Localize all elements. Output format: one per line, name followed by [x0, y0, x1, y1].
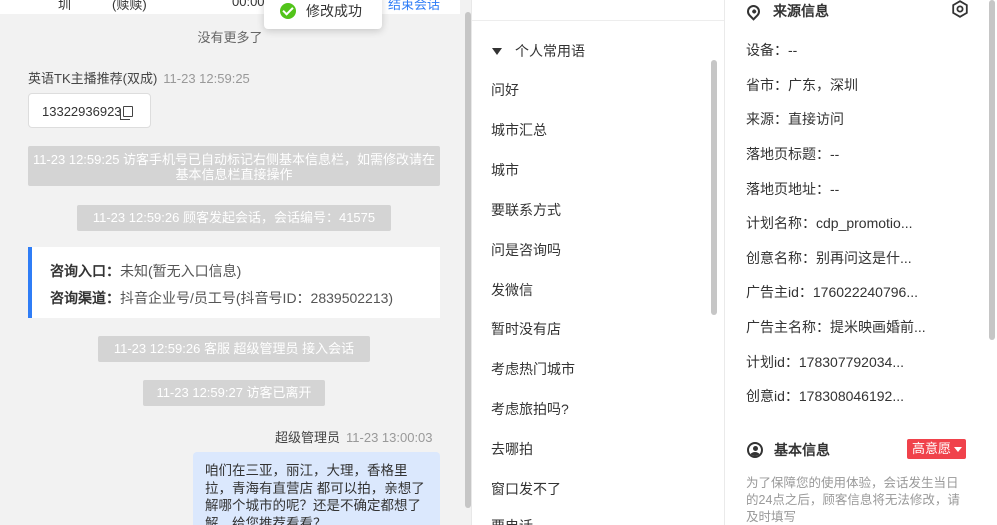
phrase-item[interactable]: 城市汇总 [491, 120, 547, 140]
caret-down-icon [954, 446, 963, 452]
toast-message: 修改成功 [306, 2, 362, 19]
agent-message-time: 11-23 13:00:03 [346, 430, 433, 445]
phrase-item[interactable]: 问好 [491, 80, 519, 100]
common-phrases-panel: 个人常用语 问好 城市汇总 城市 要联系方式 问是咨询吗 发微信 暂时没有店 考… [472, 0, 725, 525]
chat-scrollbar[interactable] [465, 12, 471, 508]
caret-down-icon [492, 47, 502, 55]
edit-notice: 为了保障您的使用体验，会话发生当日的24点之后，顾客信息将无法修改，请及时填写 [746, 476, 960, 524]
phrase-item[interactable]: 要电话 [491, 516, 533, 525]
phrase-item[interactable]: 考虑旅拍吗? [491, 399, 569, 419]
visitor-phone: 13322936923 [42, 104, 122, 119]
consult-entry-label: 咨询入口： [50, 263, 120, 279]
consult-entry-value: 未知(暂无入口信息) [120, 263, 242, 279]
info-field: 创意id：178308046192... [746, 388, 904, 404]
chat-panel: 圳 (赎赎) 00:00 结束会话 没有更多了 英语TK主播推荐(双成) 11-2… [0, 0, 472, 525]
phrase-item[interactable]: 发微信 [491, 280, 533, 300]
chat-header-name: 圳 [58, 0, 72, 12]
visitor-message-time: 11-23 12:59:25 [163, 71, 250, 86]
consult-channel-value: 抖音企业号/员工号(抖音号ID：2839502213) [120, 290, 394, 306]
intent-level-label: 高意愿 [912, 441, 952, 456]
check-circle-icon [280, 2, 296, 19]
system-message: 11-23 12:59:26 客服 超级管理员 接入会话 [98, 336, 370, 362]
consult-entry: 咨询入口：未知(暂无入口信息) [50, 261, 241, 281]
gear-icon[interactable] [951, 0, 969, 18]
no-more-messages: 没有更多了 [197, 30, 263, 45]
system-message: 11-23 12:59:26 顾客发起会话，会话编号：41575 [77, 205, 391, 231]
info-field: 创意名称：别再问这是什... [746, 250, 912, 266]
phrase-group-title: 个人常用语 [515, 43, 585, 59]
phrase-group-header[interactable]: 个人常用语 [492, 41, 585, 61]
phrase-item[interactable]: 问是咨询吗 [491, 240, 561, 260]
phrase-item[interactable]: 城市 [491, 160, 519, 180]
chat-header-fragment: 圳 (赎赎) 00:00 结束会话 [0, 0, 460, 14]
agent-name: 超级管理员 [275, 430, 341, 445]
info-field: 落地页标题：-- [746, 146, 840, 162]
phrase-item[interactable]: 要联系方式 [491, 200, 561, 220]
phrase-item[interactable]: 窗口发不了 [491, 479, 561, 499]
copy-icon[interactable] [119, 106, 133, 120]
phrases-scrollbar[interactable] [711, 60, 717, 315]
consult-info-card: 咨询入口：未知(暂无入口信息) 咨询渠道：抖音企业号/员工号(抖音号ID：283… [28, 247, 440, 318]
info-field: 计划id：178307792034... [746, 354, 904, 370]
agent-message-bubble: 咱们在三亚，丽江，大理，香格里拉，青海有直营店 都可以拍，亲想了解哪个城市的呢？… [193, 452, 440, 525]
location-pin-icon [744, 1, 763, 21]
system-message: 11-23 12:59:27 访客已离开 [143, 380, 325, 406]
info-field: 设备：-- [746, 42, 798, 58]
system-message: 11-23 12:59:25 访客手机号已自动标记右侧基本信息栏，如需修改请在基… [28, 146, 440, 186]
phrase-item[interactable]: 暂时没有店 [491, 319, 561, 339]
source-info-label: 来源信息 [773, 3, 829, 19]
info-field: 落地页地址：-- [746, 181, 840, 197]
intent-level-dropdown[interactable]: 高意愿 [907, 439, 967, 459]
chat-header-status: (赎赎) [112, 0, 147, 12]
visitor-message-header: 英语TK主播推荐(双成) 11-23 12:59:25 [28, 68, 250, 87]
visitor-info-panel: 来源信息 设备：-- 省市：广东，深圳 来源：直接访问 落地页标题：-- 落地页… [725, 0, 997, 525]
info-field: 广告主id：176022240796... [746, 284, 918, 300]
info-field: 来源：直接访问 [746, 111, 844, 127]
phrase-item[interactable]: 去哪拍 [491, 439, 533, 459]
basic-info-label: 基本信息 [774, 442, 830, 458]
visitor-phone-bubble[interactable]: 13322936923 [28, 93, 151, 128]
visitor-name: 英语TK主播推荐(双成) [28, 71, 158, 86]
info-scrollbar[interactable] [989, 0, 995, 340]
end-session-link[interactable]: 结束会话 [388, 0, 440, 13]
consult-channel: 咨询渠道：抖音企业号/员工号(抖音号ID：2839502213) [50, 288, 393, 308]
agent-message-header: 超级管理员 11-23 13:00:03 [275, 427, 433, 446]
phrase-item[interactable]: 考虑热门城市 [491, 359, 575, 379]
info-field: 计划名称：cdp_promotio... [746, 215, 913, 231]
info-field: 广告主名称：提米映画婚前... [746, 319, 926, 335]
success-toast: 修改成功 [264, 0, 382, 29]
basic-info-title: 基本信息 [747, 440, 830, 460]
divider [472, 20, 724, 21]
source-info-title: 来源信息 [744, 1, 829, 21]
user-circle-icon [747, 442, 763, 458]
consult-channel-label: 咨询渠道： [50, 290, 120, 306]
chat-header-timer: 00:00 [232, 0, 265, 9]
info-field: 省市：广东，深圳 [746, 77, 858, 93]
